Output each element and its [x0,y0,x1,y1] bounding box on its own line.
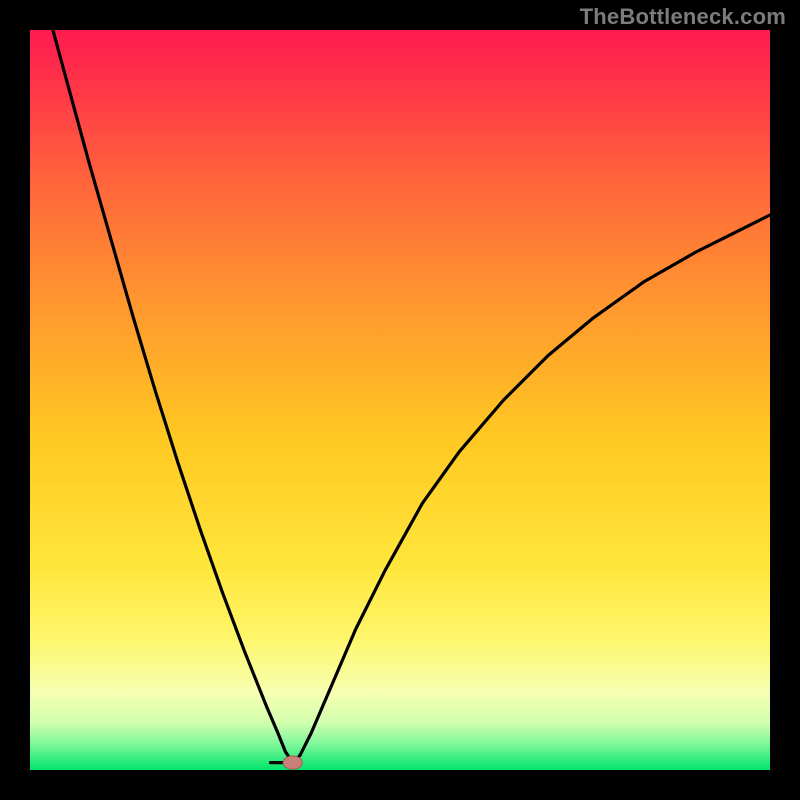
plot-svg [30,30,770,770]
marker-layer [283,756,302,769]
gradient-background [30,30,770,770]
chart-frame: TheBottleneck.com [0,0,800,800]
optimum-marker [283,756,302,769]
plot-area [30,30,770,770]
watermark-text: TheBottleneck.com [580,4,786,30]
